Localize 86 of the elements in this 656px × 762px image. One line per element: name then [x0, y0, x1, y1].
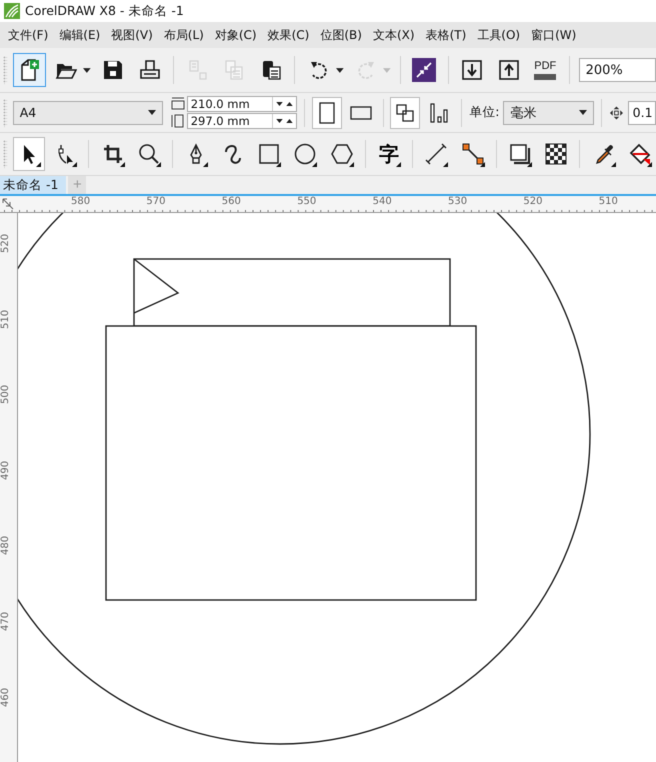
menu-item[interactable]: 文本(X) — [368, 26, 419, 44]
flyout-corner-icon — [156, 162, 162, 167]
spin-up-icon[interactable] — [286, 102, 293, 106]
text-tool-button[interactable]: 字 — [372, 137, 406, 171]
pick-tool-button[interactable] — [12, 137, 46, 171]
all-pages-button[interactable] — [390, 96, 420, 128]
menu-item[interactable]: 表格(T) — [422, 26, 470, 44]
flyout-corner-icon — [480, 162, 485, 167]
flyout-corner-icon — [36, 162, 42, 167]
flyout-corner-icon — [443, 162, 448, 167]
page-width-field[interactable]: 210.0 mm — [186, 96, 297, 112]
menu-item[interactable]: 编辑(E) — [55, 26, 104, 44]
ruler-label: 500 — [0, 386, 12, 404]
flyout-corner-icon — [396, 162, 402, 167]
menu-item[interactable]: 窗口(W) — [527, 26, 580, 44]
pdf-button[interactable]: PDF — [528, 53, 562, 87]
nudge-arrows-icon — [608, 104, 624, 120]
ruler-label: 520 — [523, 196, 542, 208]
cut-document-icon — [186, 59, 209, 81]
copy-documents-icon — [223, 59, 246, 81]
menu-item[interactable]: 布局(L) — [160, 26, 208, 44]
document-tab[interactable]: 未命名 -1 — [0, 176, 66, 194]
ruler-label: 510 — [0, 310, 12, 329]
flyout-corner-icon — [276, 162, 282, 167]
ruler-label: 470 — [0, 613, 12, 631]
menu-item[interactable]: 位图(B) — [316, 26, 366, 44]
landscape-page-icon — [350, 104, 372, 120]
menu-item[interactable]: 文件(F) — [4, 26, 52, 44]
hexagon-icon — [330, 143, 353, 165]
ruler-label: 520 — [0, 235, 12, 253]
page-width-icon — [170, 97, 185, 111]
logo-icon — [4, 3, 20, 19]
portrait-page-icon — [318, 102, 335, 124]
portrait-button[interactable] — [312, 96, 342, 128]
bars-icon — [428, 102, 450, 124]
ruler-label: 480 — [0, 537, 12, 556]
nudge-distance-field[interactable]: 0.1 — [628, 100, 656, 124]
menu-item[interactable]: 对象(C) — [210, 26, 261, 44]
flyout-corner-icon — [120, 162, 125, 167]
page-height-icon — [170, 114, 185, 128]
caret-icon — [578, 110, 587, 115]
ruler-label: 490 — [0, 462, 12, 480]
ruler-label: 540 — [372, 196, 392, 208]
ruler-label: 510 — [598, 196, 618, 208]
ruler-label: 570 — [146, 196, 166, 208]
flyout-corner-icon — [203, 162, 208, 167]
unit-combo[interactable]: 毫米 — [503, 100, 594, 124]
flyout-corner-icon — [610, 162, 616, 167]
zoom-level-combo[interactable]: 200% — [578, 58, 656, 82]
ruler-label: 530 — [448, 196, 468, 208]
page-size-combo[interactable]: A4 — [12, 100, 163, 124]
spin-down-icon[interactable] — [276, 102, 283, 106]
flyout-corner-icon — [647, 162, 652, 167]
flyout-corner-icon — [312, 162, 318, 167]
rectangle-icon — [258, 143, 280, 165]
page-height-field[interactable]: 297.0 mm — [186, 113, 297, 129]
flyout-corner-icon — [527, 162, 532, 167]
ruler-label: 560 — [222, 196, 241, 208]
paint-bucket-icon — [628, 143, 651, 165]
ruler-label: 550 — [297, 196, 316, 208]
ruler-origin-icon — [2, 198, 14, 210]
connector-icon — [462, 143, 484, 165]
flyout-corner-icon — [348, 162, 354, 167]
dimension-line-icon — [425, 143, 448, 165]
ruler-label: 580 — [71, 196, 90, 208]
menu-item[interactable]: 效果(C) — [264, 26, 314, 44]
window-title: CorelDRAW X8 - 未命名 -1 — [25, 2, 184, 20]
unit-label: 单位: — [469, 104, 500, 121]
menu-item[interactable]: 视图(V) — [107, 26, 157, 44]
circle-icon — [294, 143, 316, 165]
menu-item[interactable]: 工具(O) — [473, 26, 524, 44]
new-button[interactable] — [12, 53, 46, 87]
ruler-label: 460 — [0, 688, 12, 707]
crop-icon — [102, 143, 124, 165]
caret-icon — [148, 110, 156, 115]
arrows-inward-icon — [412, 58, 436, 82]
overlapping-pages-icon — [394, 102, 416, 124]
spin-up-icon[interactable] — [286, 119, 293, 123]
checkerboard-icon — [545, 143, 568, 165]
flyout-corner-icon — [72, 162, 78, 167]
spin-down-icon[interactable] — [276, 119, 283, 123]
caret-icon[interactable] — [83, 68, 91, 72]
zoom-icon — [138, 143, 160, 165]
shadow-square-icon — [508, 143, 531, 165]
printer-icon — [138, 59, 161, 81]
caret-icon[interactable] — [336, 68, 344, 72]
